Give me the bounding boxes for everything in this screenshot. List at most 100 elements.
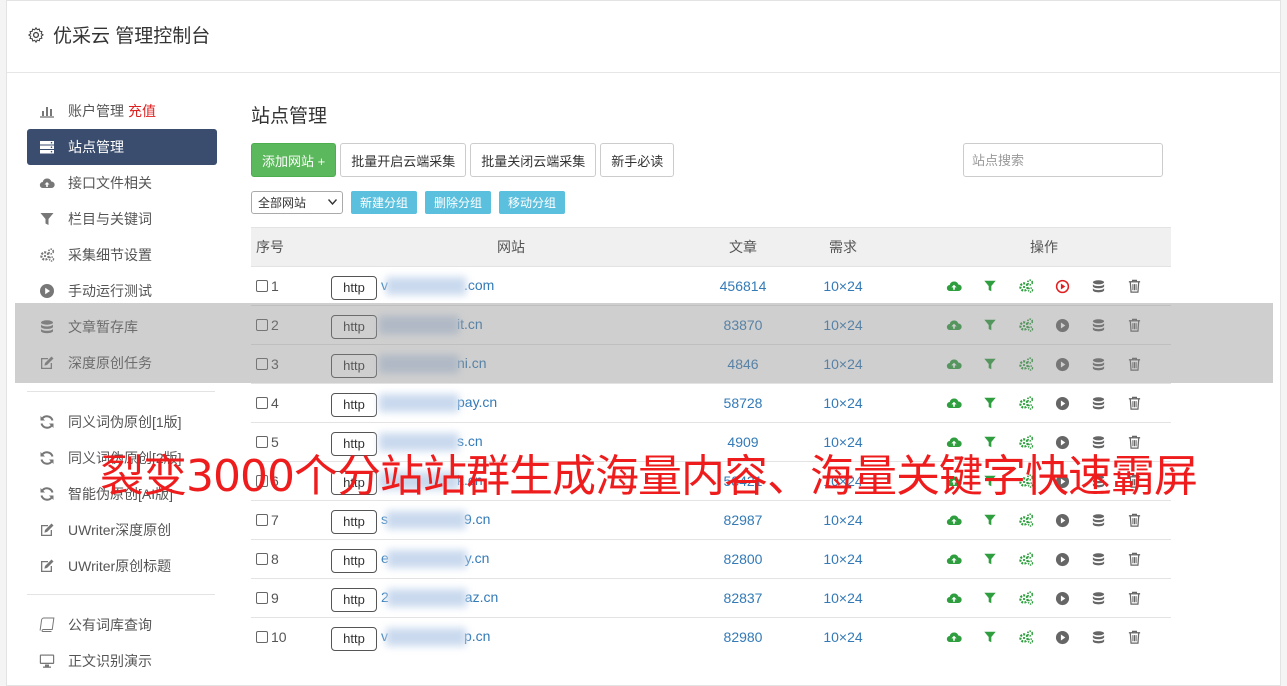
- play-circle-icon[interactable]: [1053, 355, 1071, 373]
- row-checkbox[interactable]: [256, 397, 268, 409]
- move-group-button[interactable]: 移动分组: [499, 190, 566, 214]
- site-domain-link[interactable]: k.cn: [379, 472, 483, 491]
- play-circle-icon[interactable]: [1053, 316, 1071, 334]
- group-select[interactable]: 全部网站: [251, 190, 343, 214]
- sidebar-item-group1-0[interactable]: 账户管理 充值: [27, 93, 217, 129]
- demand-link[interactable]: 10×24: [795, 395, 891, 411]
- cloud-upload-icon[interactable]: [945, 355, 963, 373]
- site-domain-link[interactable]: v p.cn: [381, 628, 490, 647]
- newbie-guide-button[interactable]: 新手必读: [600, 143, 675, 177]
- trash-icon[interactable]: [1125, 511, 1143, 529]
- demand-link[interactable]: 10×24: [795, 317, 891, 333]
- filter-icon[interactable]: [981, 277, 999, 295]
- article-count-link[interactable]: 82800: [691, 551, 795, 567]
- database-icon[interactable]: [1089, 589, 1107, 607]
- site-domain-link[interactable]: s.cn: [379, 433, 483, 452]
- article-count-link[interactable]: 83870: [691, 317, 795, 333]
- play-circle-icon[interactable]: [1053, 394, 1071, 412]
- trash-icon[interactable]: [1125, 589, 1143, 607]
- sidebar-item-group1-7[interactable]: 深度原创任务: [27, 345, 217, 381]
- play-circle-icon[interactable]: [1053, 472, 1071, 490]
- cloud-upload-icon[interactable]: [945, 433, 963, 451]
- protocol-badge[interactable]: http: [331, 275, 377, 300]
- article-count-link[interactable]: 82837: [691, 590, 795, 606]
- cloud-upload-icon[interactable]: [945, 589, 963, 607]
- demand-link[interactable]: 10×24: [795, 629, 891, 645]
- demand-link[interactable]: 10×24: [795, 278, 891, 294]
- sidebar-item-group1-3[interactable]: 栏目与关键词: [27, 201, 217, 237]
- cloud-upload-icon[interactable]: [945, 511, 963, 529]
- protocol-badge[interactable]: http: [331, 587, 377, 612]
- site-domain-link[interactable]: e y.cn: [381, 550, 489, 569]
- article-count-link[interactable]: 58728: [691, 395, 795, 411]
- trash-icon[interactable]: [1125, 433, 1143, 451]
- row-checkbox[interactable]: [256, 631, 268, 643]
- play-circle-icon[interactable]: [1053, 589, 1071, 607]
- article-count-link[interactable]: 4909: [691, 434, 795, 450]
- sidebar-item-group2-0[interactable]: 同义词伪原创[1版]: [27, 404, 217, 440]
- cloud-upload-icon[interactable]: [945, 550, 963, 568]
- article-count-link[interactable]: 82987: [691, 512, 795, 528]
- sidebar-item-group1-4[interactable]: 采集细节设置: [27, 237, 217, 273]
- trash-icon[interactable]: [1125, 355, 1143, 373]
- sidebar-item-group1-6[interactable]: 文章暂存库: [27, 309, 217, 345]
- cloud-upload-icon[interactable]: [945, 628, 963, 646]
- demand-link[interactable]: 10×24: [795, 356, 891, 372]
- gears-icon[interactable]: [1017, 472, 1035, 490]
- gears-icon[interactable]: [1017, 277, 1035, 295]
- database-icon[interactable]: [1089, 355, 1107, 373]
- filter-icon[interactable]: [981, 511, 999, 529]
- play-circle-icon[interactable]: [1053, 433, 1071, 451]
- sidebar-item-group2-1[interactable]: 同义词伪原创[2版]: [27, 440, 217, 476]
- database-icon[interactable]: [1089, 433, 1107, 451]
- database-icon[interactable]: [1089, 472, 1107, 490]
- protocol-badge[interactable]: http: [331, 314, 377, 339]
- article-count-link[interactable]: 58421: [691, 473, 795, 489]
- gears-icon[interactable]: [1017, 511, 1035, 529]
- filter-icon[interactable]: [981, 589, 999, 607]
- trash-icon[interactable]: [1125, 550, 1143, 568]
- row-checkbox[interactable]: [256, 553, 268, 565]
- sidebar-item-group3-1[interactable]: 正文识别演示: [27, 643, 217, 679]
- trash-icon[interactable]: [1125, 394, 1143, 412]
- sidebar-item-group2-4[interactable]: UWriter原创标题: [27, 548, 217, 584]
- demand-link[interactable]: 10×24: [795, 590, 891, 606]
- database-icon[interactable]: [1089, 628, 1107, 646]
- protocol-badge[interactable]: http: [331, 431, 377, 456]
- article-count-link[interactable]: 456814: [691, 278, 795, 294]
- database-icon[interactable]: [1089, 550, 1107, 568]
- trash-icon[interactable]: [1125, 628, 1143, 646]
- protocol-badge[interactable]: http: [331, 548, 377, 573]
- site-domain-link[interactable]: v .com: [381, 277, 494, 296]
- new-group-button[interactable]: 新建分组: [351, 190, 418, 214]
- gears-icon[interactable]: [1017, 355, 1035, 373]
- site-domain-link[interactable]: ni.cn: [379, 355, 487, 374]
- demand-link[interactable]: 10×24: [795, 434, 891, 450]
- batch-close-cloud-button[interactable]: 批量关闭云端采集: [470, 143, 597, 177]
- article-count-link[interactable]: 82980: [691, 629, 795, 645]
- database-icon[interactable]: [1089, 316, 1107, 334]
- play-circle-icon[interactable]: [1053, 277, 1071, 295]
- play-circle-icon[interactable]: [1053, 628, 1071, 646]
- sidebar-item-group1-2[interactable]: 接口文件相关: [27, 165, 217, 201]
- sidebar-item-group2-2[interactable]: 智能伪原创[AI版]: [27, 476, 217, 512]
- sidebar-item-group2-3[interactable]: UWriter深度原创: [27, 512, 217, 548]
- protocol-badge[interactable]: http: [331, 626, 377, 651]
- play-circle-icon[interactable]: [1053, 550, 1071, 568]
- article-count-link[interactable]: 4846: [691, 356, 795, 372]
- gears-icon[interactable]: [1017, 394, 1035, 412]
- site-domain-link[interactable]: 2 az.cn: [381, 589, 498, 608]
- gears-icon[interactable]: [1017, 628, 1035, 646]
- row-checkbox[interactable]: [256, 514, 268, 526]
- row-checkbox[interactable]: [256, 280, 268, 292]
- protocol-badge[interactable]: http: [331, 509, 377, 534]
- filter-icon[interactable]: [981, 355, 999, 373]
- row-checkbox[interactable]: [256, 436, 268, 448]
- row-checkbox[interactable]: [256, 592, 268, 604]
- add-site-button[interactable]: 添加网站 +: [251, 143, 337, 177]
- filter-icon[interactable]: [981, 550, 999, 568]
- sidebar-item-group1-5[interactable]: 手动运行测试: [27, 273, 217, 309]
- cloud-upload-icon[interactable]: [945, 472, 963, 490]
- database-icon[interactable]: [1089, 511, 1107, 529]
- protocol-badge[interactable]: http: [331, 353, 377, 378]
